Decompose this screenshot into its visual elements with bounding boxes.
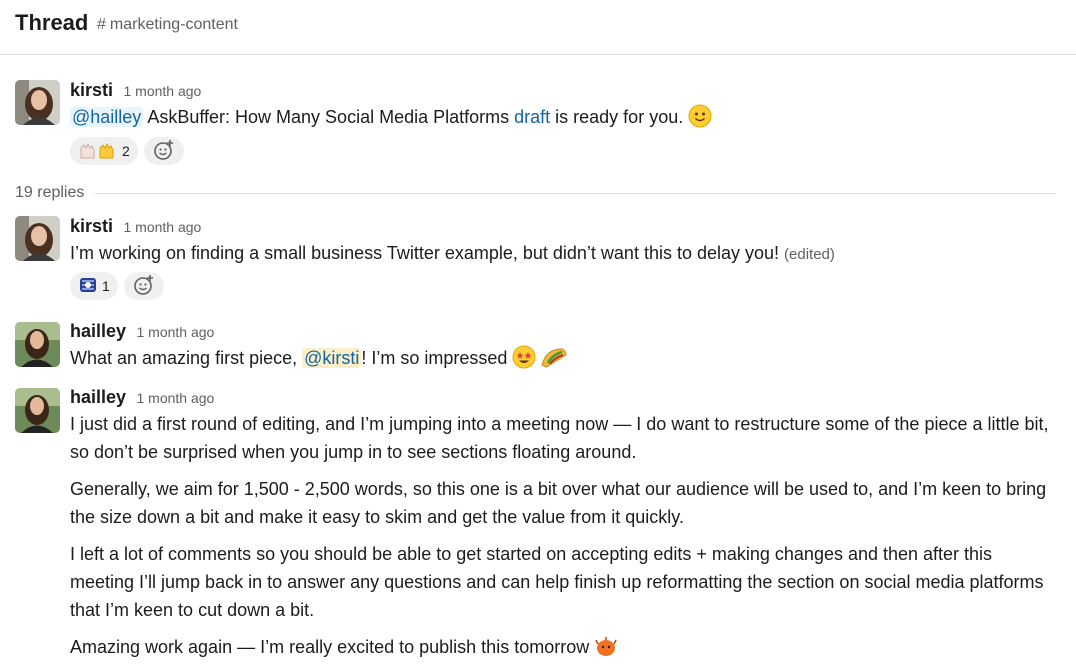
custom-badge-icon — [78, 275, 98, 298]
draft-link[interactable]: draft — [514, 107, 550, 127]
author-name[interactable]: kirsti — [70, 216, 113, 236]
message-text: @hailley AskBuffer: How Many Social Medi… — [70, 103, 1060, 131]
message-paragraph: I left a lot of comments so you should b… — [70, 544, 1044, 620]
channel-link[interactable]: # marketing-content — [97, 16, 238, 34]
author-name[interactable]: hailley — [70, 387, 126, 407]
author-name[interactable]: kirsti — [70, 80, 113, 100]
text-segment: I’m working on finding a small business … — [70, 243, 785, 263]
orange-blob-icon — [594, 634, 618, 658]
reactions-bar: 1 — [70, 272, 164, 302]
text-segment: Amazing work again — I’m really excited … — [70, 637, 595, 657]
thread-header: Thread # marketing-content — [0, 0, 1076, 55]
message-meta: kirsti 1 month ago — [70, 80, 201, 102]
message-paragraph-last: Amazing work again — I’m really excited … — [70, 633, 1060, 661]
reactions-bar: 2 — [70, 137, 184, 167]
message-text: I just did a first round of editing, and… — [70, 410, 1060, 661]
add-reaction-icon — [153, 139, 175, 164]
text-segment: What an amazing first piece, — [70, 348, 303, 368]
message-text: I’m working on finding a small business … — [70, 239, 1060, 269]
author-name[interactable]: hailley — [70, 321, 126, 341]
message-paragraph: I just did a first round of editing, and… — [70, 414, 1049, 462]
avatar[interactable] — [15, 388, 60, 433]
text-segment: AskBuffer: How Many Social Media Platfor… — [143, 107, 515, 127]
message-meta: hailley 1 month ago — [70, 387, 214, 409]
raised-hands-icon — [78, 140, 118, 163]
text-segment: ! I’m so impressed — [361, 348, 513, 368]
star-struck-icon — [512, 345, 536, 369]
timestamp[interactable]: 1 month ago — [123, 219, 201, 235]
message-meta: hailley 1 month ago — [70, 321, 214, 343]
replies-count: 19 replies — [15, 184, 85, 201]
message-text: What an amazing first piece, @kirsti! I’… — [70, 344, 1060, 372]
message-meta: kirsti 1 month ago — [70, 216, 201, 238]
text-segment: is ready for you. — [550, 107, 689, 127]
avatar[interactable] — [15, 80, 60, 125]
replies-divider-row: 19 replies — [15, 182, 1056, 204]
user-mention[interactable]: @kirsti — [302, 348, 362, 368]
thread-title: Thread — [15, 10, 89, 35]
avatar[interactable] — [15, 322, 60, 367]
add-reaction-button[interactable] — [123, 272, 164, 300]
slightly-smiling-face-icon — [688, 104, 712, 128]
reaction-custom-badge[interactable]: 1 — [70, 272, 118, 300]
timestamp[interactable]: 1 month ago — [123, 83, 201, 99]
reaction-count: 1 — [102, 278, 110, 294]
divider — [95, 193, 1056, 194]
timestamp[interactable]: 1 month ago — [136, 324, 214, 340]
reaction-count: 2 — [122, 143, 130, 159]
add-reaction-icon — [133, 274, 155, 299]
edited-label: (edited) — [784, 246, 835, 263]
timestamp[interactable]: 1 month ago — [136, 390, 214, 406]
hash-icon: # — [97, 16, 106, 33]
taco-icon — [540, 345, 567, 369]
message-paragraph: Generally, we aim for 1,500 - 2,500 word… — [70, 479, 1047, 527]
reaction-raised-hands[interactable]: 2 — [70, 137, 138, 165]
add-reaction-button[interactable] — [143, 137, 184, 165]
avatar[interactable] — [15, 216, 60, 261]
channel-name: marketing-content — [109, 16, 238, 33]
user-mention[interactable]: @hailley — [70, 107, 144, 127]
